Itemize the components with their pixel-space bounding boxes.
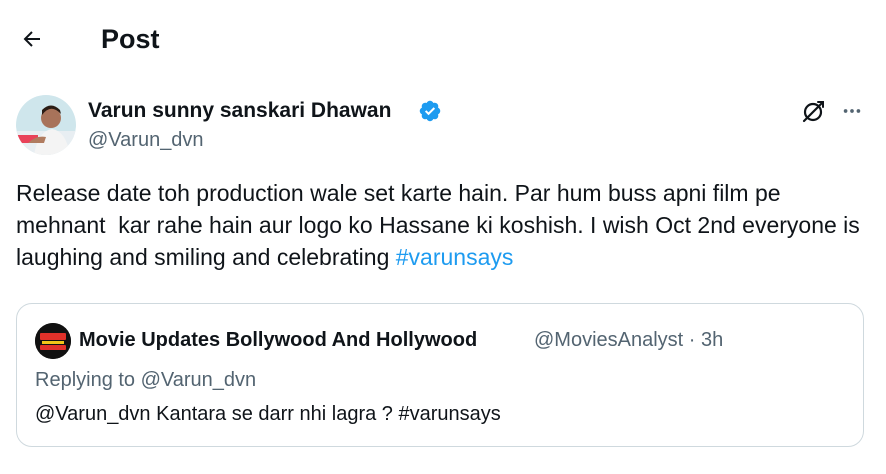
quoted-author-meta: @MoviesAnalyst · 3h [534, 329, 724, 351]
verified-badge-icon[interactable] [418, 99, 442, 123]
page-title: Post [101, 24, 160, 54]
quoted-post-text: @Varun_dvn Kantara se darr nhi lagra ? #… [35, 403, 501, 425]
quoted-author-name: Movie Updates Bollywood And Hollywood [79, 329, 478, 351]
arrow-left-icon [23, 31, 40, 47]
author-handle[interactable]: @Varun_dvn [88, 127, 204, 153]
quoted-author-avatar [35, 323, 71, 359]
grok-icon[interactable] [800, 99, 826, 125]
post-body: Release date toh production wale set kar… [16, 177, 876, 273]
more-horizontal-icon[interactable] [838, 97, 866, 125]
author-name[interactable]: Varun sunny sanskari Dhawan [88, 97, 391, 125]
quoted-replying-to: Replying to @Varun_dvn [35, 369, 257, 391]
quoted-post-card[interactable]: Movie Updates Bollywood And Hollywood @M… [16, 303, 864, 447]
author-avatar[interactable] [16, 95, 76, 155]
post-author-row: Varun sunny sanskari Dhawan @Varun_dvn [16, 95, 870, 157]
back-button[interactable] [13, 20, 51, 58]
post-hashtag-link[interactable]: #varunsays [396, 244, 514, 270]
header-bar: Post [0, 0, 886, 78]
